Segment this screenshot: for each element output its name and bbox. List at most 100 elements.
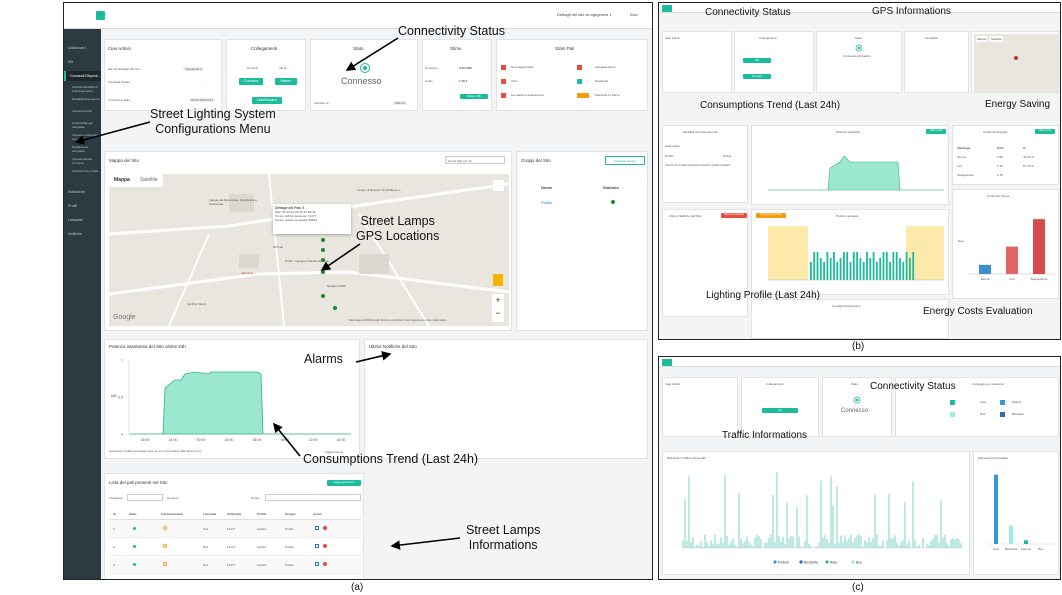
saving-table: Tipologia Kwh% Senza 0.95 43.62 % Led 1.12 57.7… [957,146,1057,182]
x-tick: Pedone [1021,547,1032,551]
tab-map[interactable]: Mappa [976,36,988,42]
profile-bar [872,252,875,280]
y-axis-label: Euro [958,239,965,243]
profile-bar [882,252,885,280]
profile-bar [823,262,825,280]
profile-bar [869,258,872,280]
traffic-title: Rilevazioni traffico ultime 24h [667,456,706,460]
trend-area [768,155,944,191]
profile-bar [819,258,822,280]
costs-chart: Senza Led Telegestione Euro [958,219,1055,281]
profile-bar [912,252,915,280]
panel-c: Ciao Admin Collegamenti Vai Stato Connes… [658,356,1061,580]
annotation: Traffic Informations [722,430,808,441]
last-24h-button[interactable]: Ultime 24h [926,129,946,134]
legend-marker [773,560,777,564]
profile-bar [849,262,852,280]
traffic-card: Rilevazioni traffico ultime 24h Pedoni Bi… [662,451,970,575]
table-row: Tipologia Kwh% [957,146,1057,155]
x-tick: Senza [981,277,990,281]
table-row: Senza 0.95 43.62 % [957,155,1057,164]
status-title: Stato [855,36,863,40]
greeting: Ciao Admin [665,36,681,40]
no-notifications-badge: Nessuna Notifica [721,213,747,218]
category-label: Bus [980,412,986,416]
profile-bar [862,262,865,280]
pole-map[interactable]: Mappa Satellite [974,34,1058,92]
go-button[interactable]: Vai [743,58,771,63]
annotation: Street Lighting System Configurations Me… [150,107,276,136]
category-label: Pedoni [1012,400,1022,404]
table-cell: 43.62 % [1023,155,1035,159]
cost-bar [1033,219,1045,274]
legend-marker [851,560,855,564]
links-title: Collegamenti [766,382,784,386]
cumulative-title: Rilevazioni Cumulative [978,456,1009,460]
warning-text: Avvertenza: il sistema funziona secondo … [665,164,731,167]
profile-bar [899,258,901,280]
profile-bar [810,262,812,280]
menu-toggle-icon[interactable] [662,5,672,12]
table-cell: Tipologia [957,146,971,150]
cost-bar [979,264,991,274]
annotation: Energy Costs Evaluation [923,306,1033,317]
greeting: Ciao Admin [665,382,681,386]
cumulative-bar [994,474,998,544]
legend-label: Auto [830,561,837,565]
mode-value: Automatico [665,144,681,148]
caption-c: (c) [852,582,864,593]
profile-bar [852,252,855,280]
welcome-card: Ciao Admin [662,377,738,437]
annotation: GPS Informations [872,6,951,17]
x-tick: Auto [993,547,1000,551]
status-title: Stato [851,382,859,386]
legend-label: Pedoni [778,561,789,565]
category-swatch [950,412,955,417]
profile-label: Profilo [665,154,674,158]
legend-label: Biciclette [804,561,818,565]
cumulative-bar [1024,540,1028,544]
go-button[interactable]: Vai [762,408,798,413]
tab-satellite[interactable]: Satellite [990,36,1003,42]
connected-label: Connesso al Quadro [843,54,871,58]
profile-bar [909,258,911,280]
category-label: Auto [980,400,987,404]
annotation: Street Lamps Informations [466,523,541,552]
profile-bar [836,262,839,280]
cost-bar [1006,246,1018,274]
table-row: Telegestione 0.78 [957,173,1057,182]
costs-title: Confronto Spese [987,194,1010,198]
caption-b: (b) [852,341,865,352]
menu-toggle-icon[interactable] [662,359,672,366]
profile-bar [833,252,835,280]
cumulative-bar [1009,525,1013,544]
profile-bar [826,252,829,280]
annotation: Connectivity Status [705,7,791,18]
tips-title: Consigli Anticonsumo [832,304,861,308]
mini-map-card: Mappa Satellite [971,31,1059,93]
profile-card: Programma Orario Profilo impostato [751,209,949,295]
annotation: Street Lamps GPS Locations [356,214,440,243]
annotation: Consumptions Trend (Last 24h) [303,452,479,466]
trend-chart [768,155,944,191]
table-cell: 1.12 [997,164,1003,168]
connection-icon [855,44,863,52]
welcome-card: Ciao Admin [662,31,732,93]
trend-card: Potenza assorbita Ultime 24h [751,125,949,205]
traffic-chart: Pedoni Biciclette Auto Bus [682,472,963,565]
table-cell: 57.76 % [1023,164,1035,168]
table-cell: Senza [957,155,966,159]
table-cell: Led [957,164,963,168]
last-24h-button[interactable]: Ultime 24h [1035,129,1055,134]
notif-title: Ultime Notifiche del Palo [669,214,702,218]
profile-bar [902,262,905,280]
profile-chart-title: Profilo impostato [836,214,859,218]
legend-label: Bus [856,561,862,565]
trend-title: Potenza assorbita [836,130,861,134]
lamp-title: Lampada [925,36,938,40]
annotation: Consumptions Trend (Last 24h) [700,100,841,111]
profile-bar [839,258,842,280]
annotation: Energy Saving [985,99,1051,110]
category-swatch [1000,400,1005,405]
group-button[interactable]: Gruppo [743,74,771,79]
